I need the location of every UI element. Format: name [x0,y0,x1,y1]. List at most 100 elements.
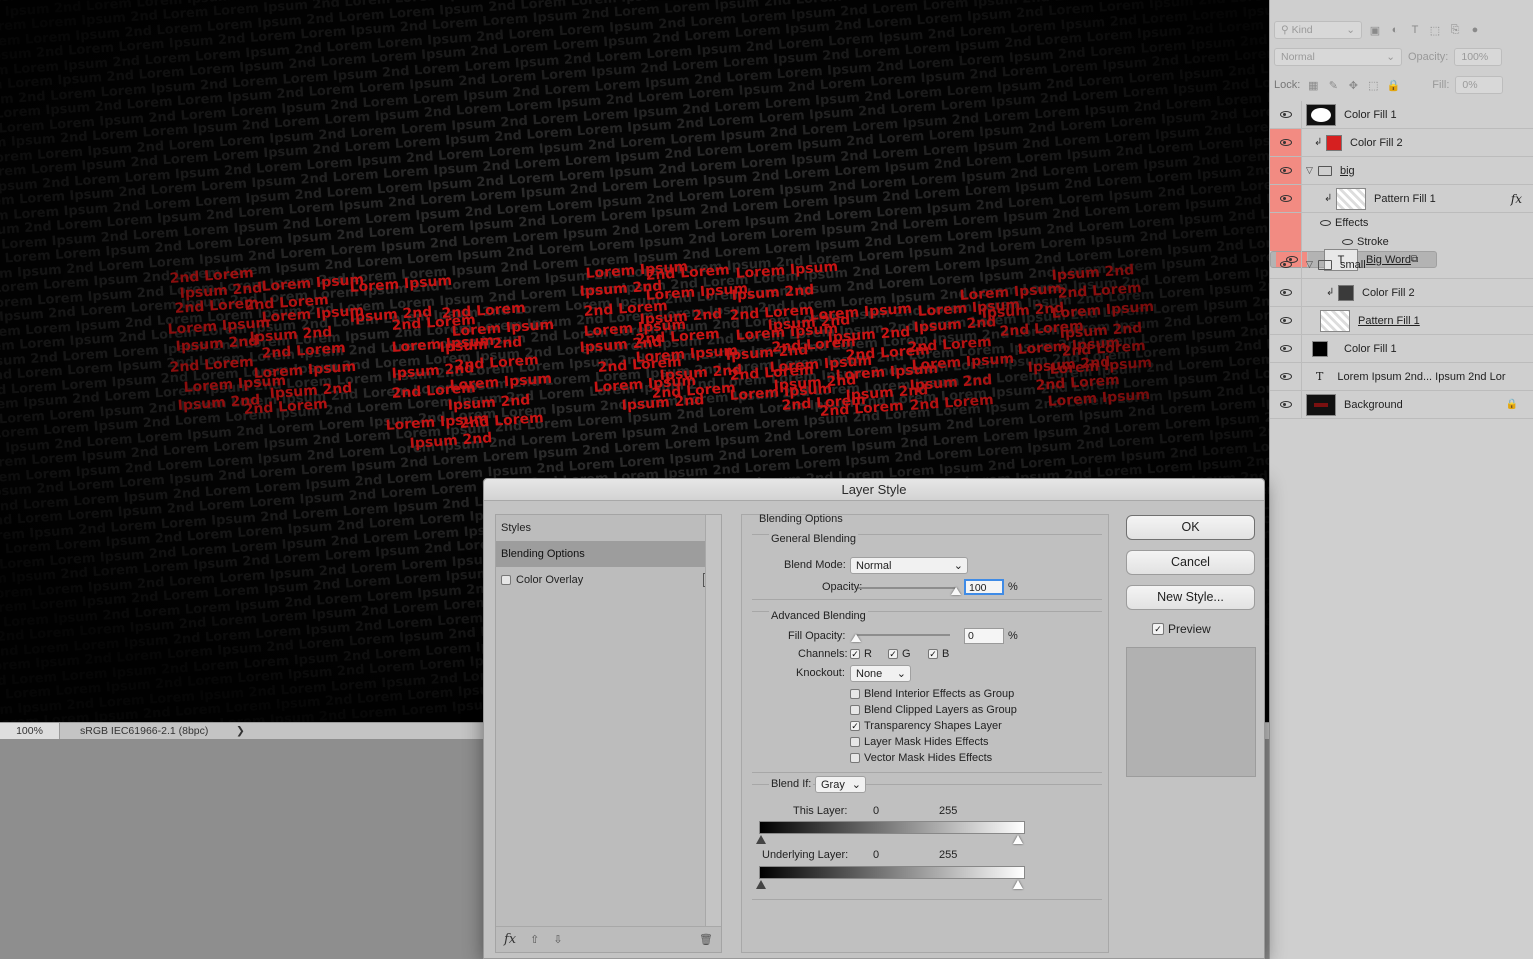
channel-g-checkbox[interactable]: ✓ [888,649,898,659]
status-chevron-icon[interactable]: ❯ [236,725,245,737]
channel-b-checkbox[interactable]: ✓ [928,649,938,659]
lock-artboard-icon[interactable]: ⬚ [1366,78,1380,92]
ok-button[interactable]: OK [1126,515,1255,540]
option-checkbox[interactable]: ✓ [850,721,860,731]
layer-row[interactable]: T Lorem Ipsum 2nd... Ipsum 2nd Lor [1270,363,1533,391]
lock-transparent-icon[interactable]: ▦ [1306,78,1320,92]
visibility-toggle[interactable] [1270,307,1302,334]
fill-opacity-slider[interactable] [856,634,950,636]
layer-opacity-field[interactable]: 100% [1454,48,1503,66]
channel-r-checkbox[interactable]: ✓ [850,649,860,659]
move-up-icon[interactable]: ⇧ [530,933,539,946]
layer-row[interactable]: ↲ Pattern Fill 1 fx [1270,185,1533,213]
advanced-option[interactable]: Vector Mask Hides Effects [850,752,992,764]
blend-mode-label: Blend Mode: [784,559,846,571]
eye-icon[interactable] [1320,219,1331,226]
color-overlay-item[interactable]: Color Overlay + [496,567,721,593]
advanced-option[interactable]: Blend Interior Effects as Group [850,688,1014,700]
disclosure-open-icon[interactable]: ▽ [1306,165,1316,176]
layer-fill-field[interactable]: 0% [1455,76,1504,94]
channel-r[interactable]: ✓ R [850,648,872,660]
eye-icon[interactable] [1342,238,1353,245]
fill-opacity-input[interactable]: 0 [964,628,1004,644]
opacity-input[interactable]: 100 [964,579,1004,595]
blend-if-select[interactable]: Gray ⌄ [815,776,866,793]
filter-toggle-icon[interactable]: ● [1468,23,1482,37]
visibility-toggle[interactable] [1270,363,1302,390]
effects-row[interactable]: Effects [1270,213,1533,232]
channel-b[interactable]: ✓ B [928,648,949,660]
layer-name: Color Fill 2 [1350,136,1403,149]
image-filter-icon[interactable]: ▣ [1368,23,1382,37]
disclosure-open-icon[interactable]: ▽ [1306,259,1316,270]
shape-filter-icon[interactable]: ⬚ [1428,23,1442,37]
effect-stroke-row[interactable]: Stroke [1270,232,1533,251]
blend-if-group: Blend If: Gray ⌄ This Layer: 0 255 Underl… [752,776,1102,900]
color-overlay-checkbox[interactable] [501,575,511,585]
type-filter-icon[interactable]: T [1408,23,1422,37]
fill-opacity-slider-knob[interactable] [851,634,861,642]
lock-position-icon[interactable]: ✥ [1346,78,1360,92]
adjustment-filter-icon[interactable]: ◐ [1388,23,1402,37]
dialog-title[interactable]: Layer Style [484,479,1264,501]
option-checkbox[interactable] [850,705,860,715]
layer-row[interactable]: ↲ Color Fill 2 [1270,129,1533,157]
channels-label: Channels: [798,648,848,660]
fx-icon[interactable]: fx [1511,192,1522,206]
preview-toggle[interactable]: ✓ Preview [1152,622,1211,636]
filter-kind-select[interactable]: ⚲ Kind ⌄ [1274,21,1362,39]
zoom-level[interactable]: 100% [0,723,60,739]
preview-checkbox[interactable]: ✓ [1152,623,1164,635]
lock-icon[interactable]: 🔒 [1506,399,1518,410]
blending-options-item[interactable]: Blending Options [496,541,721,567]
layer-row[interactable]: Pattern Fill 1 [1270,307,1533,335]
advanced-option[interactable]: Layer Mask Hides Effects [850,736,989,748]
new-style-button[interactable]: New Style... [1126,585,1255,610]
layer-group-row[interactable]: ▽ small [1270,251,1533,279]
trash-icon[interactable]: 🗑 [699,933,713,946]
visibility-toggle[interactable] [1270,335,1302,362]
layer-group-row[interactable]: ▽ big [1270,157,1533,185]
visibility-toggle[interactable] [1270,279,1302,306]
layer-name: Pattern Fill 1 [1358,314,1420,327]
fx-menu-icon[interactable]: fx [504,932,516,947]
knockout-select[interactable]: None ⌄ [850,665,911,682]
styles-scrollbar[interactable] [705,515,721,927]
visibility-toggle[interactable] [1270,129,1302,156]
visibility-toggle[interactable] [1270,391,1302,418]
visibility-toggle[interactable] [1270,251,1302,278]
smart-object-filter-icon[interactable]: ⎘ [1448,23,1462,37]
lock-image-icon[interactable]: ✎ [1326,78,1340,92]
styles-header-item[interactable]: Styles [496,515,721,541]
underlying-white-knob[interactable] [1013,880,1023,889]
layer-blend-mode-select[interactable]: Normal ⌄ [1274,48,1402,66]
layer-row[interactable]: Color Fill 1 [1270,101,1533,129]
layer-row[interactable]: ↲ Color Fill 2 [1270,279,1533,307]
type-layer-icon: T [1316,370,1324,383]
chevron-down-icon: ⌄ [851,779,861,791]
underlying-black-knob[interactable] [756,880,766,889]
visibility-toggle[interactable] [1270,157,1302,184]
this-layer-black-knob[interactable] [756,835,766,844]
this-layer-white-knob[interactable] [1013,835,1023,844]
opacity-slider-knob[interactable] [951,587,961,595]
visibility-toggle[interactable] [1270,185,1302,212]
opacity-slider[interactable] [858,587,956,589]
option-checkbox[interactable] [850,689,860,699]
cancel-button[interactable]: Cancel [1126,550,1255,575]
advanced-option[interactable]: Blend Clipped Layers as Group [850,704,1017,716]
visibility-toggle[interactable] [1270,101,1302,128]
option-checkbox[interactable] [850,753,860,763]
move-down-icon[interactable]: ⇩ [553,933,562,946]
preview-label: Preview [1168,622,1211,636]
advanced-option[interactable]: ✓ Transparency Shapes Layer [850,720,1002,732]
option-label: Transparency Shapes Layer [864,720,1002,732]
eye-cell-blank [1270,213,1302,232]
search-icon: ⚲ [1281,24,1289,36]
channel-g[interactable]: ✓ G [888,648,911,660]
option-checkbox[interactable] [850,737,860,747]
blend-mode-select[interactable]: Normal ⌄ [850,557,968,574]
lock-all-icon[interactable]: 🔒 [1386,78,1400,92]
layer-row[interactable]: Background 🔒 [1270,391,1533,419]
layer-row[interactable]: Color Fill 1 [1270,335,1533,363]
